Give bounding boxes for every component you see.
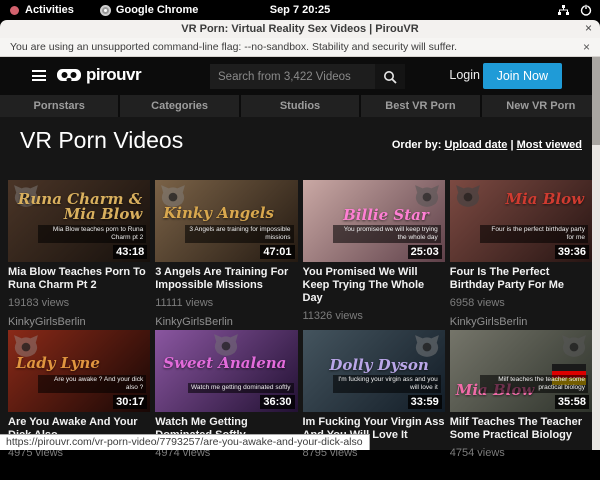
video-studio-link[interactable]: KinkyGirlsBerlin <box>8 316 150 328</box>
video-views: 4754 views <box>450 447 592 459</box>
scrollbar-thumb[interactable] <box>592 57 600 145</box>
thumbnail-overlay-title: Billie Star <box>343 208 429 223</box>
site-logo[interactable]: pirouvr <box>56 65 141 85</box>
video-thumbnail[interactable]: Mia Blow Four is the perfect birthday pa… <box>450 180 592 262</box>
video-title[interactable]: Four Is The Perfect Birthday Party For M… <box>450 266 592 292</box>
video-card[interactable]: Billie Star You promised we will keep tr… <box>303 180 445 330</box>
login-link[interactable]: Login <box>449 68 480 82</box>
app-menu-label: Google Chrome <box>116 4 199 16</box>
video-studio-link[interactable]: KinkyGirlsBerlin <box>450 316 592 328</box>
order-most-viewed-link[interactable]: Most viewed <box>517 139 582 151</box>
video-thumbnail[interactable]: Sweet Analena Watch me getting dominated… <box>155 330 297 412</box>
menu-item-studios[interactable]: Studios <box>241 95 359 117</box>
video-thumbnail[interactable]: Billie Star You promised we will keep tr… <box>303 180 445 262</box>
video-title[interactable]: Milf Teaches The Teacher Some Practical … <box>450 416 592 442</box>
video-studio-link[interactable]: KinkyGirlsBerlin <box>155 316 297 328</box>
video-thumbnail[interactable]: Kinky Angels 3 Angels are training for i… <box>155 180 297 262</box>
order-separator: | <box>507 139 516 151</box>
thumbnail-overlay-title: Lady Lyne <box>16 356 100 371</box>
video-title[interactable]: Mia Blow Teaches Porn To Runa Charm Pt 2 <box>8 266 150 292</box>
thumbnail-caption: Milf teaches the teacher some practical … <box>480 375 588 393</box>
app-menu-button[interactable]: Google Chrome <box>100 4 199 16</box>
window-title-bar: VR Porn: Virtual Reality Sex Videos | Pi… <box>0 20 600 38</box>
studio-cat-logo-icon <box>414 184 440 208</box>
thumbnail-caption: Watch me getting dominated softly <box>188 383 293 393</box>
warning-text: You are using an unsupported command-lin… <box>10 41 457 53</box>
warning-close-icon[interactable]: × <box>583 40 590 54</box>
duration-badge: 43:18 <box>113 245 147 259</box>
menu-item-pornstars[interactable]: Pornstars <box>0 95 118 117</box>
order-upload-date-link[interactable]: Upload date <box>444 139 507 151</box>
thumbnail-caption: Four is the perfect birthday party for m… <box>480 225 588 243</box>
window-title: VR Porn: Virtual Reality Sex Videos | Pi… <box>181 23 418 35</box>
video-views: 6958 views <box>450 297 592 309</box>
video-title[interactable]: 3 Angels Are Training For Impossible Mis… <box>155 266 297 292</box>
video-views: 11111 views <box>155 297 297 309</box>
chrome-icon <box>100 5 111 16</box>
recording-indicator-icon <box>10 6 19 15</box>
video-views: 11326 views <box>303 310 445 322</box>
video-card[interactable]: Lady Lyne Are you awake ? And your dick … <box>8 330 150 480</box>
menu-item-best-vr-porn[interactable]: Best VR Porn <box>361 95 479 117</box>
studio-cat-logo-icon <box>561 334 587 358</box>
thumbnail-overlay-title: Dolly Dyson <box>329 358 428 373</box>
scrollbar[interactable] <box>592 57 600 450</box>
activities-button[interactable]: Activities <box>10 4 74 16</box>
video-thumbnail[interactable]: Lady Lyne Are you awake ? And your dick … <box>8 330 150 412</box>
network-tree-icon[interactable] <box>557 5 570 16</box>
thumbnail-overlay-title: Kinky Angels <box>163 206 274 221</box>
thumbnail-overlay-title: Mia Blow <box>505 192 584 207</box>
duration-badge: 33:59 <box>408 395 442 409</box>
page-title: VR Porn Videos <box>20 127 183 154</box>
duration-badge: 25:03 <box>408 245 442 259</box>
power-icon[interactable] <box>580 4 592 16</box>
thumbnail-overlay-title: Runa Charm & Mia Blow <box>8 192 142 222</box>
thumbnail-caption: Mia Blow teaches porn to Runa Charm pt 2 <box>38 225 146 243</box>
video-card[interactable]: Mia Blow Milf teaches the teacher some p… <box>450 330 592 480</box>
duration-badge: 39:36 <box>555 245 589 259</box>
thumbnail-caption: Are you awake ? And your dick also ? <box>38 375 146 393</box>
window-close-icon[interactable]: × <box>585 21 592 35</box>
video-thumbnail[interactable]: Runa Charm & Mia Blow Mia Blow teaches p… <box>8 180 150 262</box>
video-card[interactable]: Kinky Angels 3 Angels are training for i… <box>155 180 297 330</box>
video-card[interactable]: Mia Blow Four is the perfect birthday pa… <box>450 180 592 330</box>
duration-badge: 30:17 <box>113 395 147 409</box>
duration-badge: 47:01 <box>260 245 294 259</box>
video-title[interactable]: You Promised We Will Keep Trying The Who… <box>303 266 445 305</box>
link-preview-tooltip: https://pirouvr.com/vr-porn-video/779325… <box>0 434 370 450</box>
browser-viewport: pirouvr Login Join Now Pornstars Categor… <box>0 57 600 450</box>
video-card[interactable]: Dolly Dyson I'm fucking your virgin ass … <box>303 330 445 480</box>
order-by-controls: Order by: Upload date | Most viewed <box>392 139 582 151</box>
hamburger-menu-icon[interactable] <box>32 70 46 81</box>
warning-bar: You are using an unsupported command-lin… <box>0 38 600 57</box>
duration-badge: 36:30 <box>260 395 294 409</box>
video-thumbnail[interactable]: Dolly Dyson I'm fucking your virgin ass … <box>303 330 445 412</box>
activities-label: Activities <box>25 4 74 16</box>
vr-goggles-icon <box>56 67 82 83</box>
search-input[interactable] <box>210 64 375 89</box>
video-card[interactable]: Sweet Analena Watch me getting dominated… <box>155 330 297 480</box>
site-navbar: pirouvr Login Join Now <box>0 57 600 95</box>
order-by-label: Order by: <box>392 139 442 151</box>
menu-item-categories[interactable]: Categories <box>120 95 238 117</box>
menu-item-new-vr-porn[interactable]: New VR Porn <box>482 95 600 117</box>
search-button[interactable] <box>375 64 405 89</box>
thumbnail-caption: 3 Angels are training for impossible mis… <box>185 225 293 243</box>
category-menu: Pornstars Categories Studios Best VR Por… <box>0 95 600 117</box>
search-icon <box>383 70 397 84</box>
thumbnail-overlay-title: Sweet Analena <box>163 356 286 371</box>
video-card[interactable]: Runa Charm & Mia Blow Mia Blow teaches p… <box>8 180 150 330</box>
thumbnail-caption: I'm fucking your virgin ass and you will… <box>333 375 441 393</box>
duration-badge: 35:58 <box>555 395 589 409</box>
clock[interactable]: Sep 7 20:25 <box>270 4 331 16</box>
site-logo-text: pirouvr <box>86 65 141 85</box>
video-thumbnail[interactable]: Mia Blow Milf teaches the teacher some p… <box>450 330 592 412</box>
studio-cat-logo-icon <box>455 184 481 208</box>
system-top-bar: Activities Google Chrome Sep 7 20:25 <box>0 0 600 20</box>
video-views: 19183 views <box>8 297 150 309</box>
join-now-button[interactable]: Join Now <box>483 63 562 89</box>
studio-cat-logo-icon <box>414 334 440 358</box>
thumbnail-caption: You promised we will keep trying the who… <box>333 225 441 243</box>
